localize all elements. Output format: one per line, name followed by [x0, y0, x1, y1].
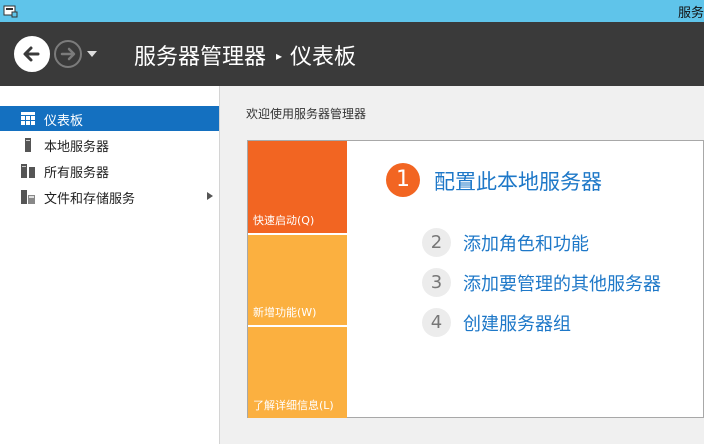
forward-arrow-icon — [60, 47, 76, 61]
server-manager-app-icon — [3, 5, 18, 18]
tile-whats-new[interactable]: 新增功能(W) — [248, 235, 347, 325]
welcome-tile-panel: 快速启动(Q) 新增功能(W) 了解详细信息(L) 1 配置此本地服务器 2 添… — [247, 140, 704, 418]
server-icon — [25, 138, 31, 152]
step-link[interactable]: 创建服务器组 — [463, 310, 571, 336]
sidebar-item-label: 本地服务器 — [44, 140, 110, 155]
back-arrow-icon — [23, 46, 40, 62]
forward-button[interactable] — [54, 40, 82, 68]
breadcrumb: 服务器管理器 ▸ 仪表板 — [134, 39, 356, 71]
step-number-badge: 3 — [422, 268, 451, 297]
sidebar-item-label: 仪表板 — [44, 114, 84, 129]
step-number-badge: 1 — [386, 163, 420, 197]
step-number-badge: 2 — [422, 228, 451, 257]
history-dropdown-icon[interactable] — [87, 51, 97, 57]
header-bar: 服务器管理器 ▸ 仪表板 — [0, 22, 704, 86]
welcome-heading: 欢迎使用服务器管理器 — [246, 107, 367, 121]
breadcrumb-separator-icon: ▸ — [276, 49, 283, 63]
breadcrumb-root[interactable]: 服务器管理器 — [134, 45, 266, 70]
sidebar-item-all-servers[interactable]: 所有服务器 — [0, 158, 219, 183]
sidebar: 仪表板 本地服务器 所有服务器 文件和存储服务 — [0, 86, 220, 444]
sidebar-item-label: 所有服务器 — [44, 166, 110, 181]
dashboard-grid-icon — [21, 112, 35, 125]
tile-label: 了解详细信息(L) — [253, 399, 334, 412]
sidebar-item-file-storage[interactable]: 文件和存储服务 — [0, 184, 219, 209]
sidebar-item-label: 文件和存储服务 — [44, 192, 136, 207]
tile-learn-more[interactable]: 了解详细信息(L) — [248, 327, 347, 418]
expand-arrow-icon[interactable] — [207, 192, 213, 200]
sidebar-item-local-server[interactable]: 本地服务器 — [0, 132, 219, 157]
step-link[interactable]: 添加要管理的其他服务器 — [463, 270, 661, 296]
step-link[interactable]: 配置此本地服务器 — [434, 166, 602, 196]
tile-quick-start[interactable]: 快速启动(Q) — [248, 141, 347, 233]
breadcrumb-current: 仪表板 — [290, 45, 357, 70]
step-number-badge: 4 — [422, 308, 451, 337]
back-button[interactable] — [14, 36, 50, 72]
window-title: 服务 — [677, 6, 704, 21]
tile-label: 快速启动(Q) — [253, 214, 315, 227]
title-bar: 服务 — [0, 0, 704, 22]
servers-icon — [21, 164, 35, 178]
file-storage-icon — [21, 190, 35, 204]
tile-label: 新增功能(W) — [253, 306, 317, 319]
step-link[interactable]: 添加角色和功能 — [463, 230, 589, 256]
sidebar-item-dashboard[interactable]: 仪表板 — [0, 106, 219, 131]
